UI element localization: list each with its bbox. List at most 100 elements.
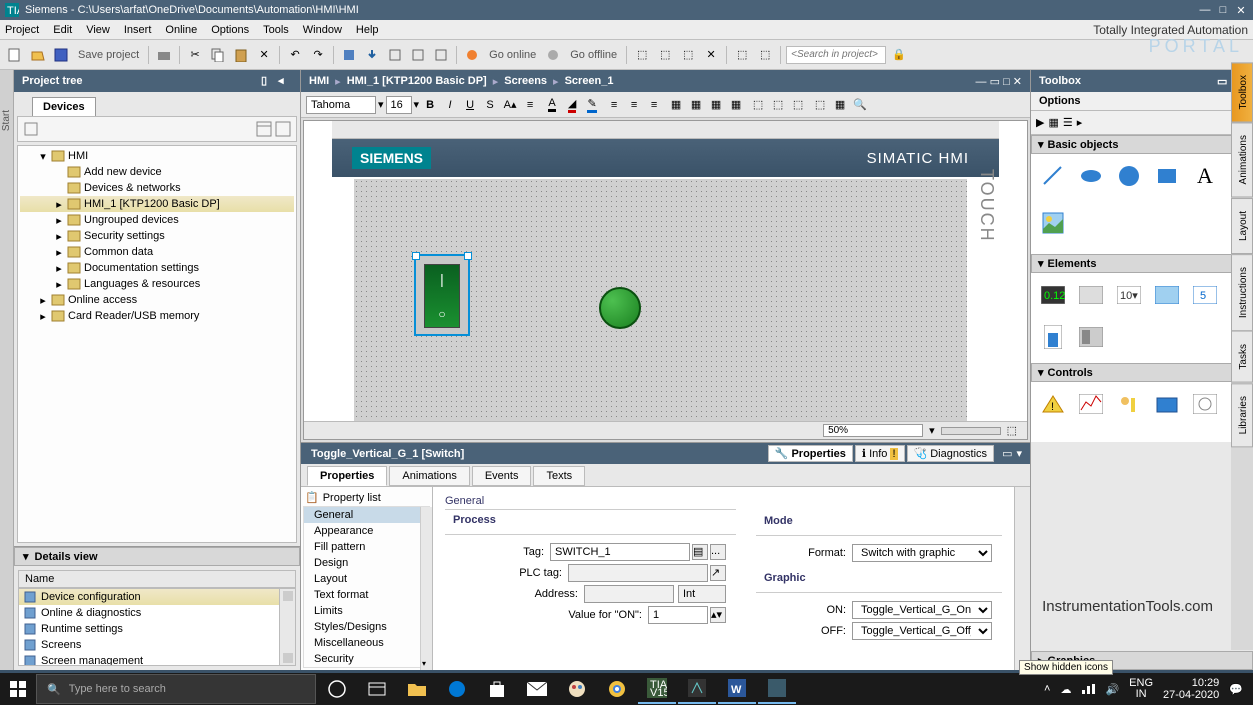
expand-icon[interactable]: ▸ bbox=[38, 294, 48, 307]
save-icon[interactable] bbox=[51, 45, 71, 65]
panel-layout-icon[interactable]: ▭ bbox=[1002, 447, 1012, 460]
highlight-icon[interactable]: ⬚ bbox=[811, 96, 829, 114]
tag-more-icon[interactable]: ... bbox=[710, 544, 726, 560]
save-label[interactable]: Save project bbox=[78, 49, 139, 61]
app2-task-icon[interactable] bbox=[758, 674, 796, 704]
expand-icon[interactable]: ▸ bbox=[54, 214, 64, 227]
rectangle-tool-icon[interactable] bbox=[1153, 162, 1181, 190]
property-list-item[interactable]: Layout bbox=[304, 571, 429, 587]
alarm-view-tool-icon[interactable]: ! bbox=[1039, 390, 1067, 418]
property-list-item[interactable]: Appearance bbox=[304, 523, 429, 539]
font-color-icon[interactable]: A bbox=[543, 96, 561, 114]
clock[interactable]: 10:2927-04-2020 bbox=[1163, 677, 1219, 701]
editor-close-icon[interactable]: ✕ bbox=[1013, 76, 1022, 88]
tab-diagnostics[interactable]: 🩺Diagnostics bbox=[907, 445, 995, 462]
align-left-icon[interactable]: ≡ bbox=[605, 96, 623, 114]
property-list-item[interactable]: Styles/Designs bbox=[304, 619, 429, 635]
tree-tool-icon[interactable] bbox=[23, 121, 39, 137]
text-tool-icon[interactable]: A bbox=[1191, 162, 1219, 190]
align-center-icon[interactable]: ≡ bbox=[625, 96, 643, 114]
tool-icon-3[interactable]: ⬚ bbox=[678, 45, 698, 65]
menu-help[interactable]: Help bbox=[356, 24, 379, 36]
task-view-icon[interactable] bbox=[358, 674, 396, 704]
expand-icon[interactable]: ▸ bbox=[54, 262, 64, 275]
word-task-icon[interactable]: W bbox=[718, 674, 756, 704]
elements-header[interactable]: ▾Elements bbox=[1031, 254, 1253, 273]
line-color-icon[interactable]: ✎ bbox=[583, 96, 601, 114]
search-project-input[interactable] bbox=[786, 46, 886, 64]
tree-view-icon-1[interactable] bbox=[256, 121, 272, 137]
menu-online[interactable]: Online bbox=[165, 24, 197, 36]
edge-icon[interactable] bbox=[438, 674, 476, 704]
tree-node[interactable]: ▸Online access bbox=[20, 292, 294, 308]
details-item[interactable]: Device configuration bbox=[19, 589, 279, 605]
symbolic-iofield-tool-icon[interactable]: 10▾ bbox=[1115, 281, 1143, 309]
search-icon[interactable]: 🔒 bbox=[889, 45, 909, 65]
undo-icon[interactable]: ↶ bbox=[285, 45, 305, 65]
tree-node[interactable]: Devices & networks bbox=[20, 180, 294, 196]
tree-node[interactable]: ▸Languages & resources bbox=[20, 276, 294, 292]
chrome-icon[interactable] bbox=[598, 674, 636, 704]
menu-project[interactable]: Project bbox=[5, 24, 39, 36]
tree-node[interactable]: ▸HMI_1 [KTP1200 Basic DP] bbox=[20, 196, 294, 212]
go-offline-icon[interactable] bbox=[543, 45, 563, 65]
tree-node[interactable]: ▸Card Reader/USB memory bbox=[20, 308, 294, 324]
expand-icon[interactable]: ▸ bbox=[54, 198, 64, 211]
bold-icon[interactable]: B bbox=[421, 96, 439, 114]
valueon-input[interactable] bbox=[648, 606, 708, 624]
details-item[interactable]: Online & diagnostics bbox=[19, 605, 279, 621]
iofield-tool-icon[interactable]: 0.12 bbox=[1039, 281, 1067, 309]
expand-icon[interactable]: ▾ bbox=[38, 150, 48, 163]
editor-maximize-icon[interactable]: □ bbox=[1003, 76, 1010, 88]
upload-icon[interactable] bbox=[385, 45, 405, 65]
on-graphic-select[interactable]: Toggle_Vertical_G_On_256 bbox=[852, 601, 992, 619]
details-column-header[interactable]: Name bbox=[18, 570, 296, 588]
menu-view[interactable]: View bbox=[86, 24, 110, 36]
zoom-slider[interactable] bbox=[941, 427, 1001, 435]
sim-icon[interactable] bbox=[408, 45, 428, 65]
font-size-select[interactable] bbox=[386, 96, 412, 114]
size-tools-icon[interactable]: ⬚ bbox=[789, 96, 807, 114]
bring-front-icon[interactable]: ▦ bbox=[707, 96, 725, 114]
minimize-button[interactable]: — bbox=[1198, 3, 1212, 17]
breadcrumb-item[interactable]: Screen_1 bbox=[565, 75, 614, 87]
menu-window[interactable]: Window bbox=[303, 24, 342, 36]
tree-node[interactable]: Add new device bbox=[20, 164, 294, 180]
expand-icon[interactable]: ▸ bbox=[38, 310, 48, 323]
plctag-goto-icon[interactable]: ↗ bbox=[710, 565, 726, 581]
delete-icon[interactable]: ✕ bbox=[254, 45, 274, 65]
start-button[interactable] bbox=[2, 673, 34, 705]
onedrive-icon[interactable]: ☁ bbox=[1060, 683, 1071, 696]
vertical-scrollbar[interactable] bbox=[279, 589, 295, 665]
tool-icon-1[interactable]: ⬚ bbox=[632, 45, 652, 65]
tag-input[interactable] bbox=[550, 543, 690, 561]
tree-node[interactable]: ▸Common data bbox=[20, 244, 294, 260]
dropdown-icon[interactable]: ▾ bbox=[378, 98, 384, 111]
recipe-view-tool-icon[interactable] bbox=[1153, 390, 1181, 418]
go-online-icon[interactable] bbox=[462, 45, 482, 65]
menu-insert[interactable]: Insert bbox=[124, 24, 152, 36]
cortana-icon[interactable] bbox=[318, 674, 356, 704]
new-project-icon[interactable] bbox=[5, 45, 25, 65]
go-offline-label[interactable]: Go offline bbox=[570, 49, 617, 61]
distribute-icon[interactable]: ⬚ bbox=[749, 96, 767, 114]
ellipse-tool-icon[interactable] bbox=[1077, 162, 1105, 190]
property-list-item[interactable]: Security bbox=[304, 651, 429, 667]
sidetab-tasks[interactable]: Tasks bbox=[1231, 331, 1253, 383]
align-tools-icon[interactable]: ⬚ bbox=[769, 96, 787, 114]
tool-icon-6[interactable]: ⬚ bbox=[755, 45, 775, 65]
group-icon[interactable]: ▦ bbox=[667, 96, 685, 114]
menu-tools[interactable]: Tools bbox=[263, 24, 289, 36]
subtab-animations[interactable]: Animations bbox=[389, 466, 469, 486]
line-tool-icon[interactable] bbox=[1039, 162, 1067, 190]
list-tool-icon[interactable]: ☰ bbox=[1063, 116, 1073, 129]
sidetab-toolbox[interactable]: Toolbox bbox=[1231, 62, 1253, 122]
ungroup-icon[interactable]: ▦ bbox=[687, 96, 705, 114]
basic-objects-header[interactable]: ▾Basic objects bbox=[1031, 135, 1253, 154]
store-icon[interactable] bbox=[478, 674, 516, 704]
proplist-scrollbar[interactable]: ▾ bbox=[420, 507, 432, 670]
volume-icon[interactable]: 🔊 bbox=[1105, 683, 1119, 696]
tool-icon-4[interactable]: ✕ bbox=[701, 45, 721, 65]
close-button[interactable]: ✕ bbox=[1234, 3, 1248, 17]
design-grid[interactable]: | ○ bbox=[354, 179, 967, 429]
